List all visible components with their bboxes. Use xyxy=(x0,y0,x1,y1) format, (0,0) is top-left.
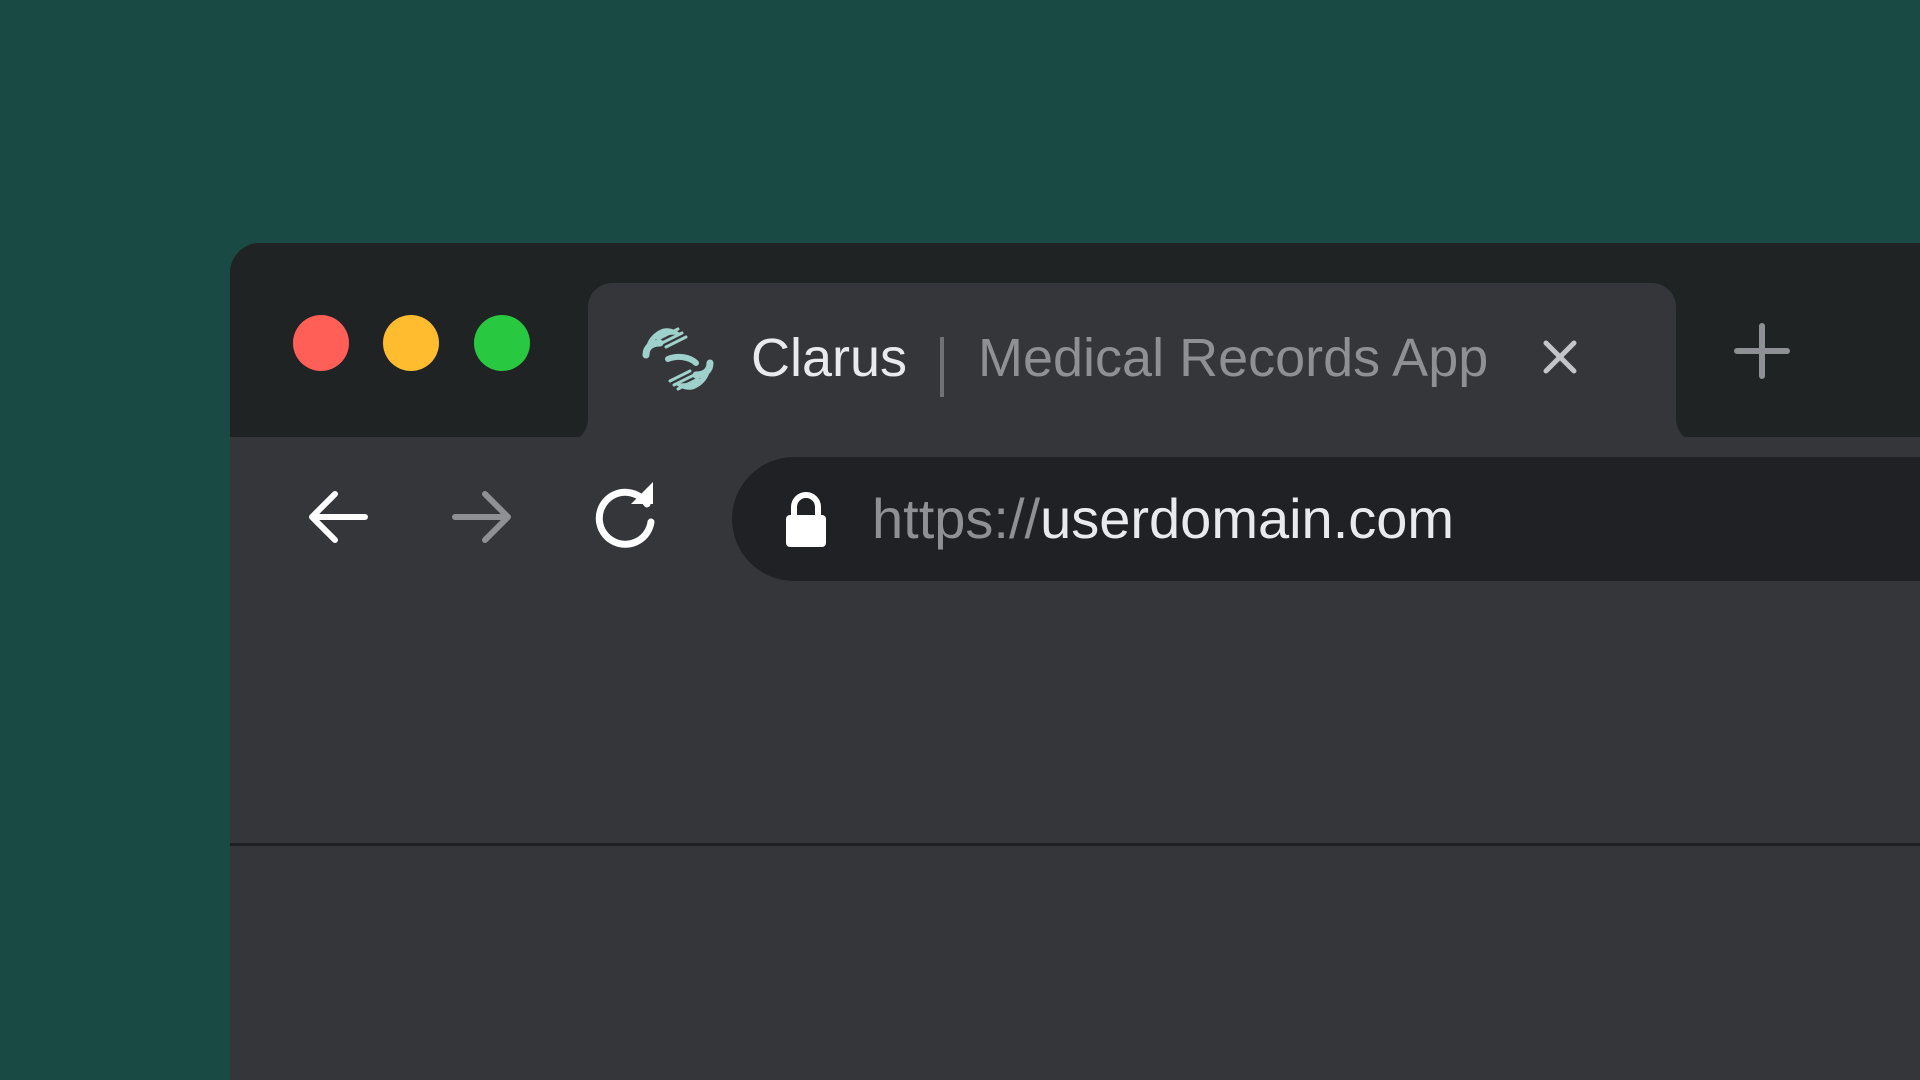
clarus-logo-icon xyxy=(642,327,714,391)
new-tab-button[interactable] xyxy=(1730,319,1794,383)
tab-title-brand: Clarus xyxy=(751,328,908,388)
lock-icon xyxy=(786,492,826,547)
toolbar: https://userdomain.com xyxy=(230,437,1920,844)
url-scheme: https:// xyxy=(872,487,1041,550)
back-button[interactable] xyxy=(298,477,378,557)
reload-icon xyxy=(595,482,655,548)
tab-title-subtitle: Medical Records App xyxy=(978,328,1489,388)
url-host: userdomain.com xyxy=(1040,487,1455,550)
reload-button[interactable] xyxy=(586,477,666,557)
tab-title-separator xyxy=(940,337,944,397)
forward-button[interactable] xyxy=(442,477,522,557)
close-icon[interactable] xyxy=(1528,325,1592,389)
close-icon-glyph xyxy=(1543,340,1577,374)
address-bar[interactable]: https://userdomain.com xyxy=(732,457,1920,581)
arrow-left-icon xyxy=(309,491,368,543)
window-maximize-button[interactable] xyxy=(474,315,530,371)
page-content xyxy=(230,846,1920,1080)
window-close-button[interactable] xyxy=(293,315,349,371)
window-minimize-button[interactable] xyxy=(383,315,439,371)
arrow-right-icon xyxy=(452,491,511,543)
plus-icon xyxy=(1734,323,1790,379)
url-text[interactable]: https://userdomain.com xyxy=(872,491,1454,547)
